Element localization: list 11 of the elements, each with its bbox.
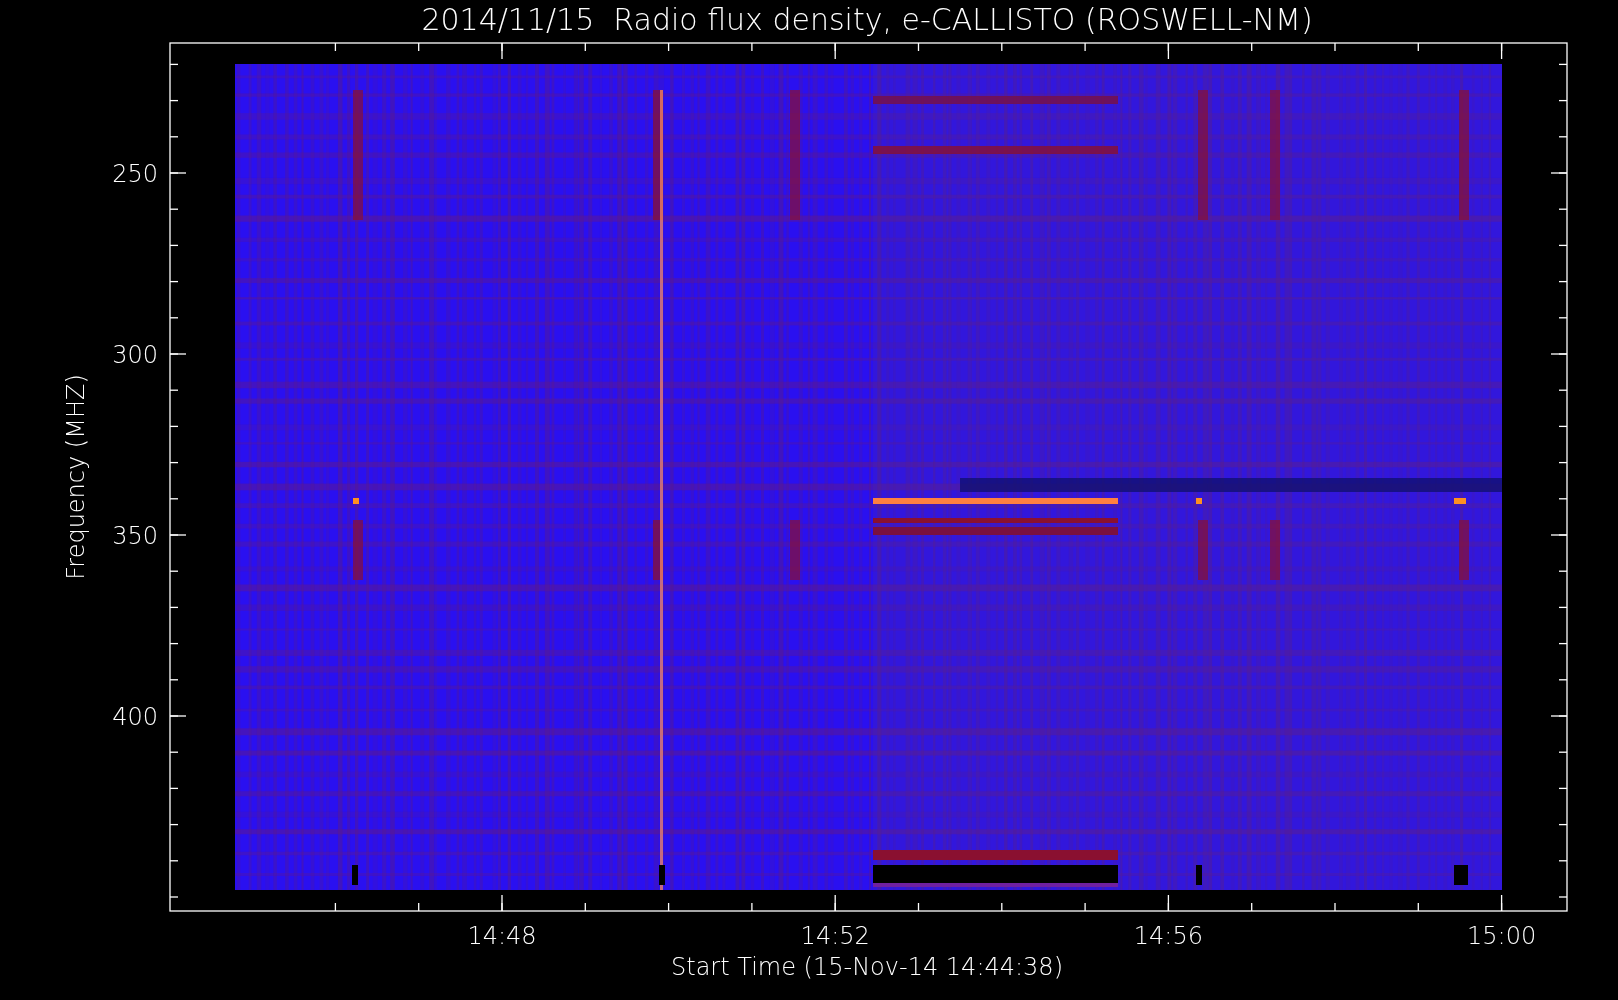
y-tick-label: 250 <box>112 160 158 188</box>
x-tick-label: 14:48 <box>467 922 537 950</box>
y-tick-label: 350 <box>112 522 158 550</box>
x-tick-label: 15:00 <box>1467 922 1537 950</box>
chart-title: 2014/11/15 Radio flux density, e-CALLISTO (ROSWELL-NM) <box>421 2 1313 37</box>
y-tick-label: 400 <box>112 703 158 731</box>
x-tick-label: 14:56 <box>1133 922 1203 950</box>
x-tick-label: 14:52 <box>800 922 870 950</box>
x-axis-label: Start Time (15-Nov-14 14:44:38) <box>671 953 1063 981</box>
y-tick-label: 300 <box>112 341 158 369</box>
y-axis-label: Frequency (MHZ) <box>62 374 90 580</box>
